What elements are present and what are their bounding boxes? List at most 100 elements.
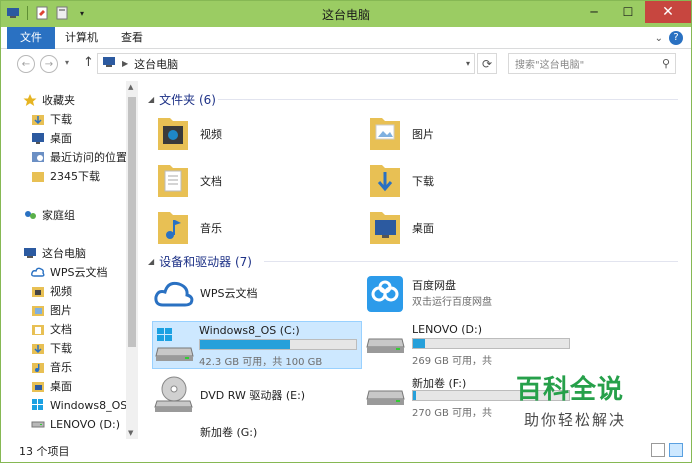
folder-item-pictures[interactable]: 图片	[368, 111, 568, 155]
device-item-baidu-netdisk[interactable]: 百度网盘 双击运行百度网盘	[366, 275, 586, 325]
sidebar-item-label: 收藏夹	[42, 94, 75, 107]
video-folder-icon	[156, 112, 190, 155]
device-name: 百度网盘	[412, 279, 456, 292]
tab-view[interactable]: 查看	[121, 27, 143, 49]
breadcrumb-arrow-icon[interactable]: ▶	[122, 59, 128, 68]
folder-item-desktop[interactable]: 桌面	[368, 205, 568, 249]
folder-label: 桌面	[412, 222, 434, 235]
folder-label: 下载	[412, 175, 434, 188]
device-name: Windows8_OS (C:)	[199, 324, 300, 337]
item-count: 13 个项目	[19, 445, 70, 458]
pictures-folder-icon	[31, 303, 45, 317]
sidebar-item-favorites[interactable]: 收藏夹	[23, 91, 75, 109]
refresh-button[interactable]: ⟳	[477, 53, 497, 74]
help-icon[interactable]: ?	[669, 31, 683, 45]
device-name: LENOVO (D:)	[412, 323, 483, 336]
sidebar-item-pictures[interactable]: 图片	[31, 301, 72, 319]
sidebar-item-this-pc[interactable]: 这台电脑	[23, 244, 86, 262]
sidebar-item-label: 桌面	[50, 132, 72, 145]
recent-places-icon	[31, 150, 45, 164]
download-folder-icon	[368, 159, 402, 202]
details-view-button[interactable]	[651, 443, 665, 457]
sidebar-item-drive-c[interactable]: Windows8_OS (	[31, 396, 135, 414]
watermark-logo: 百科全说 助你轻松解决	[506, 367, 656, 437]
sidebar-item-documents[interactable]: 文档	[31, 320, 72, 338]
navigation-pane: 收藏夹 下载 桌面 最近访问的位置 2345下载 家庭组 这台电脑 WPS云文档…	[1, 81, 138, 439]
back-button[interactable]: ←	[17, 55, 35, 73]
sidebar-item-label: LENOVO (D:)	[50, 417, 121, 431]
folder-item-downloads[interactable]: 下载	[368, 158, 568, 202]
folder-label: 图片	[412, 128, 434, 141]
sidebar-scrollbar[interactable]: ▲ ▼	[126, 81, 138, 439]
drive-item-g[interactable]: 新加卷 (G:)	[154, 419, 364, 439]
sidebar-item-label: Windows8_OS (	[50, 398, 136, 412]
sidebar-item-drive-d[interactable]: LENOVO (D:)	[31, 415, 120, 433]
sidebar-item-label: 视频	[50, 285, 72, 298]
device-name: WPS云文档	[200, 287, 258, 300]
sidebar-item-label: 桌面	[50, 380, 72, 393]
baidu-netdisk-icon	[366, 275, 404, 316]
desktop-folder-icon	[368, 206, 402, 249]
sidebar-item-videos[interactable]: 视频	[31, 282, 72, 300]
recent-locations-dropdown[interactable]: ▾	[65, 58, 69, 67]
sidebar-item-downloads[interactable]: 下载	[31, 110, 72, 128]
group-header-folders[interactable]: ◢ 文件夹 (6)	[148, 91, 216, 108]
expand-ribbon-icon[interactable]: ⌄	[655, 33, 663, 44]
desktop-folder-icon	[31, 379, 45, 393]
tab-file[interactable]: 文件	[7, 27, 55, 49]
address-bar[interactable]: ▶ 这台电脑 ▾	[97, 53, 475, 74]
folder-item-music[interactable]: 音乐	[156, 205, 356, 249]
drive-usage-bar	[412, 338, 570, 349]
window-controls: ─ ☐ ✕	[577, 1, 691, 23]
folder-item-videos[interactable]: 视频	[156, 111, 356, 155]
drive-item-e[interactable]: DVD RW 驱动器 (E:)	[154, 373, 364, 423]
sidebar-item-wps-cloud[interactable]: WPS云文档	[31, 263, 108, 281]
device-description: 双击运行百度网盘	[412, 297, 492, 308]
group-header-devices[interactable]: ◢ 设备和驱动器 (7)	[148, 253, 252, 270]
scroll-up-icon[interactable]: ▲	[128, 83, 133, 91]
drive-item-c[interactable]: Windows8_OS (C:) 42.3 GB 可用，共 100 GB	[152, 321, 362, 369]
sidebar-item-2345-downloads[interactable]: 2345下载	[31, 167, 100, 185]
drive-icon	[31, 417, 45, 431]
up-button[interactable]: ↑	[83, 55, 94, 70]
ribbon-right: ⌄ ?	[655, 31, 683, 45]
view-toggles	[651, 443, 683, 457]
search-icon[interactable]: ⚲	[662, 57, 670, 70]
sidebar-item-recent[interactable]: 最近访问的位置	[31, 148, 127, 166]
watermark-subtitle: 助你轻松解决	[524, 411, 627, 429]
folder-item-documents[interactable]: 文档	[156, 158, 356, 202]
ribbon-tabs: 文件 计算机 查看 ⌄ ?	[1, 27, 691, 49]
sidebar-item-homegroup[interactable]: 家庭组	[23, 206, 75, 224]
drive-item-d[interactable]: LENOVO (D:) 269 GB 可用，共	[366, 321, 586, 371]
computer-icon	[102, 56, 116, 71]
group-title: 设备和驱动器 (7)	[159, 255, 252, 269]
address-dropdown-icon[interactable]: ▾	[466, 59, 470, 68]
scrollbar-thumb[interactable]	[128, 97, 136, 347]
documents-folder-icon	[156, 159, 190, 202]
maximize-button[interactable]: ☐	[611, 1, 645, 23]
sidebar-item-downloads-2[interactable]: 下载	[31, 339, 72, 357]
tab-computer[interactable]: 计算机	[65, 27, 98, 49]
explorer-window: ▾ 这台电脑 ─ ☐ ✕ 文件 计算机 查看 ⌄ ? ← → ▾ ↑ ▶ 这台电…	[0, 0, 692, 463]
close-button[interactable]: ✕	[645, 1, 691, 23]
sidebar-item-desktop-2[interactable]: 桌面	[31, 377, 72, 395]
windows-drive-icon	[155, 326, 195, 367]
watermark-title: 百科全说	[516, 375, 625, 405]
sidebar-item-desktop[interactable]: 桌面	[31, 129, 72, 147]
collapse-chevron-icon[interactable]: ◢	[148, 95, 154, 104]
forward-button[interactable]: →	[40, 55, 58, 73]
device-item-wps-cloud[interactable]: WPS云文档	[154, 275, 362, 325]
breadcrumb[interactable]: 这台电脑	[134, 56, 178, 72]
collapse-chevron-icon[interactable]: ◢	[148, 257, 154, 266]
computer-icon	[23, 246, 37, 260]
device-name: 新加卷 (F:)	[412, 377, 467, 390]
tiles-view-button[interactable]	[669, 443, 683, 457]
search-input[interactable]: 搜索"这台电脑" ⚲	[508, 53, 676, 74]
music-folder-icon	[31, 360, 45, 374]
sidebar-item-label: 下载	[50, 342, 72, 355]
sidebar-item-music[interactable]: 音乐	[31, 358, 72, 376]
search-placeholder: 搜索"这台电脑"	[515, 60, 585, 71]
cloud-icon	[31, 265, 45, 279]
minimize-button[interactable]: ─	[577, 1, 611, 23]
scroll-down-icon[interactable]: ▼	[128, 429, 133, 437]
